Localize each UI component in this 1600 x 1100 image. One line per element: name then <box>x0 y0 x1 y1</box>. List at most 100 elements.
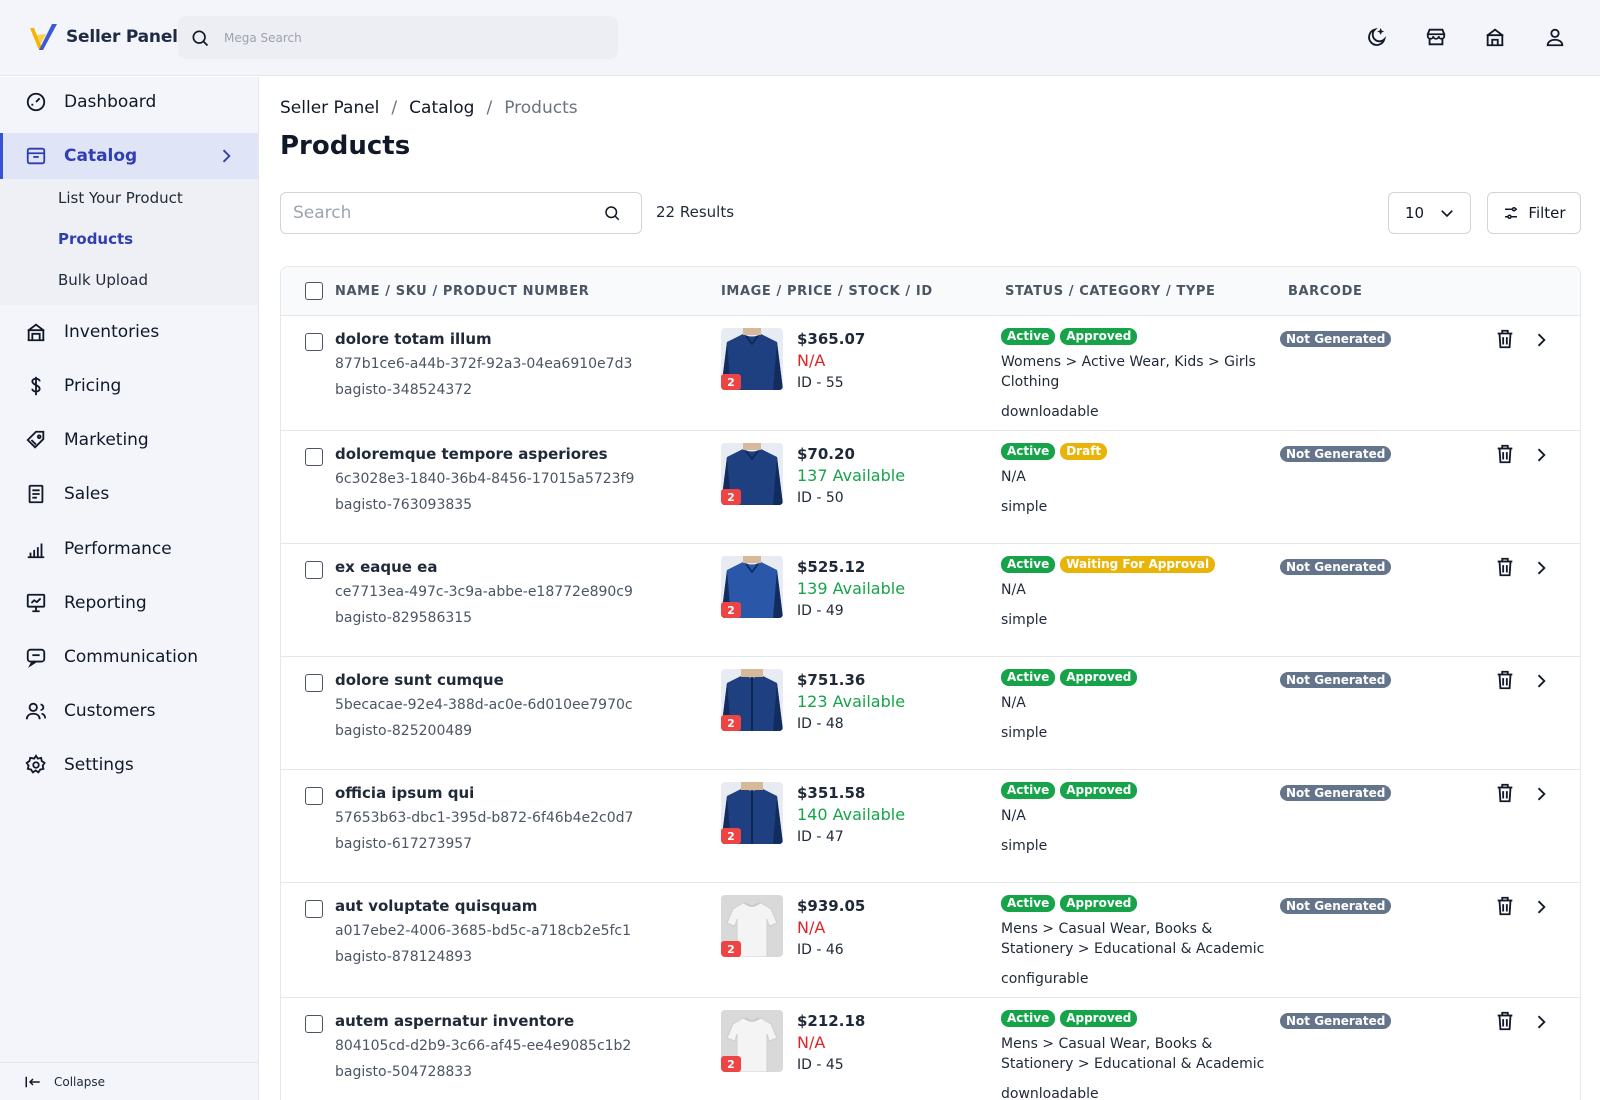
sidebar-item-dashboard[interactable]: Dashboard <box>0 79 258 125</box>
delete-icon[interactable] <box>1494 328 1516 350</box>
product-sku: 5becacae-92e4-388d-ac0e-6d010ee7970c <box>335 697 633 713</box>
status-badge: Active <box>1001 328 1056 345</box>
row-checkbox[interactable] <box>305 674 323 692</box>
row-checkbox[interactable] <box>305 448 323 466</box>
row-checkbox[interactable] <box>305 561 323 579</box>
column-header-name[interactable]: Name / SKU / Product Number <box>335 284 589 299</box>
row-checkbox[interactable] <box>305 900 323 918</box>
barcode-badge: Not Generated <box>1280 331 1392 347</box>
sidebar-item-label: Performance <box>64 539 172 559</box>
barcode-badge: Not Generated <box>1280 559 1392 575</box>
delete-icon[interactable] <box>1494 556 1516 578</box>
sidebar-item-reporting[interactable]: Reporting <box>0 580 258 626</box>
sidebar-item-inventories[interactable]: Inventories <box>0 309 258 355</box>
delete-icon[interactable] <box>1494 782 1516 804</box>
product-sku: 6c3028e3-1840-36b4-8456-17015a5723f9 <box>335 471 635 487</box>
product-id: ID - 55 <box>797 375 844 391</box>
breadcrumb-catalog[interactable]: Catalog <box>409 98 474 118</box>
chevron-right-icon[interactable] <box>1531 445 1551 465</box>
moon-icon[interactable] <box>1364 24 1390 50</box>
column-header-status[interactable]: Status / Category / Type <box>1005 284 1216 299</box>
product-search[interactable] <box>280 192 642 234</box>
barcode-cell: Not Generated <box>1280 782 1392 801</box>
logo-icon <box>30 24 57 50</box>
sidebar-item-catalog[interactable]: Catalog <box>0 133 258 179</box>
approval-badge: Approved <box>1060 782 1138 799</box>
breadcrumb-seller-panel[interactable]: Seller Panel <box>280 98 379 118</box>
sidebar-item-customers[interactable]: Customers <box>0 688 258 734</box>
chevron-right-icon[interactable] <box>1531 1012 1551 1032</box>
delete-icon[interactable] <box>1494 443 1516 465</box>
filter-button[interactable]: Filter <box>1487 192 1581 234</box>
search-icon <box>192 30 209 46</box>
sidebar-item-communication[interactable]: Communication <box>0 634 258 680</box>
table-row[interactable]: dolore sunt cumque 5becacae-92e4-388d-ac0… <box>281 657 1580 770</box>
product-number: bagisto-825200489 <box>335 723 473 739</box>
brand-name: Seller Panel <box>66 27 178 47</box>
table-row[interactable]: dolore totam illum 877b1ce6-a44b-372f-92a… <box>281 316 1580 431</box>
product-search-input[interactable] <box>293 203 603 223</box>
mega-search-input[interactable] <box>224 30 604 45</box>
barcode-cell: Not Generated <box>1280 443 1392 462</box>
submenu-products[interactable]: Products <box>58 230 133 248</box>
sidebar-item-marketing[interactable]: Marketing <box>0 417 258 463</box>
status-badges: Active Approved <box>1001 1010 1138 1027</box>
user-icon[interactable] <box>1542 24 1568 50</box>
product-image[interactable]: 2 <box>721 556 783 618</box>
product-category: Mens > Casual Wear, Books & Stationery >… <box>1001 1036 1265 1072</box>
sidebar-item-label: Sales <box>64 484 110 504</box>
product-image[interactable]: 2 <box>721 782 783 844</box>
status-badges: Active Draft <box>1001 443 1108 460</box>
chevron-right-icon[interactable] <box>1531 558 1551 578</box>
chevron-right-icon[interactable] <box>1531 897 1551 917</box>
filter-icon <box>1505 207 1518 219</box>
product-price: $70.20 <box>797 445 855 463</box>
barcode-cell: Not Generated <box>1280 669 1392 688</box>
table-row[interactable]: ex eaque ea ce7713ea-497c-3c9a-abbe-e1877… <box>281 544 1580 657</box>
search-icon[interactable] <box>603 204 621 222</box>
table-row[interactable]: aut voluptate quisquam a017ebe2-4006-3685… <box>281 883 1580 998</box>
store-icon[interactable] <box>1423 24 1449 50</box>
chevron-right-icon[interactable] <box>1531 784 1551 804</box>
product-image[interactable]: 2 <box>721 1010 783 1072</box>
delete-icon[interactable] <box>1494 669 1516 691</box>
select-all-checkbox[interactable] <box>305 282 323 300</box>
mega-search[interactable] <box>178 16 618 59</box>
collapse-icon <box>25 1076 40 1087</box>
product-category: N/A <box>1001 469 1026 485</box>
table-row[interactable]: doloremque tempore asperiores 6c3028e3-18… <box>281 431 1580 544</box>
product-category: N/A <box>1001 808 1026 824</box>
delete-icon[interactable] <box>1494 895 1516 917</box>
column-header-barcode[interactable]: Barcode <box>1288 284 1362 299</box>
status-badge: Active <box>1001 1010 1056 1027</box>
chevron-right-icon[interactable] <box>1531 671 1551 691</box>
collapse-button[interactable]: Collapse <box>0 1062 258 1100</box>
table-row[interactable]: autem aspernatur inventore 804105cd-d2b9-… <box>281 998 1580 1100</box>
building-icon[interactable] <box>1482 24 1508 50</box>
product-image[interactable]: 2 <box>721 443 783 505</box>
sidebar-item-settings[interactable]: Settings <box>0 742 258 788</box>
product-image[interactable]: 2 <box>721 328 783 390</box>
product-image[interactable]: 2 <box>721 669 783 731</box>
product-image[interactable]: 2 <box>721 895 783 957</box>
row-checkbox[interactable] <box>305 333 323 351</box>
chevron-right-icon[interactable] <box>1531 330 1551 350</box>
product-type: configurable <box>1001 971 1089 987</box>
submenu-bulk-upload[interactable]: Bulk Upload <box>58 271 148 289</box>
breadcrumb-separator: / <box>486 98 493 118</box>
product-id: ID - 49 <box>797 603 844 619</box>
sidebar-item-sales[interactable]: Sales <box>0 471 258 517</box>
delete-icon[interactable] <box>1494 1010 1516 1032</box>
sidebar-item-performance[interactable]: Performance <box>0 526 258 572</box>
row-checkbox[interactable] <box>305 787 323 805</box>
brand[interactable]: Seller Panel <box>28 22 178 52</box>
breadcrumb-current: Products <box>504 98 578 118</box>
table-row[interactable]: officia ipsum qui 57653b63-dbc1-395d-b872… <box>281 770 1580 883</box>
product-category: Mens > Casual Wear, Books & Stationery >… <box>1001 921 1265 957</box>
per-page-select[interactable]: 10 <box>1388 192 1471 234</box>
product-price: $365.07 <box>797 330 866 348</box>
row-checkbox[interactable] <box>305 1015 323 1033</box>
column-header-image[interactable]: Image / Price / Stock / ID <box>721 284 933 299</box>
submenu-list-your-product[interactable]: List Your Product <box>58 189 183 207</box>
sidebar-item-pricing[interactable]: Pricing <box>0 363 258 409</box>
